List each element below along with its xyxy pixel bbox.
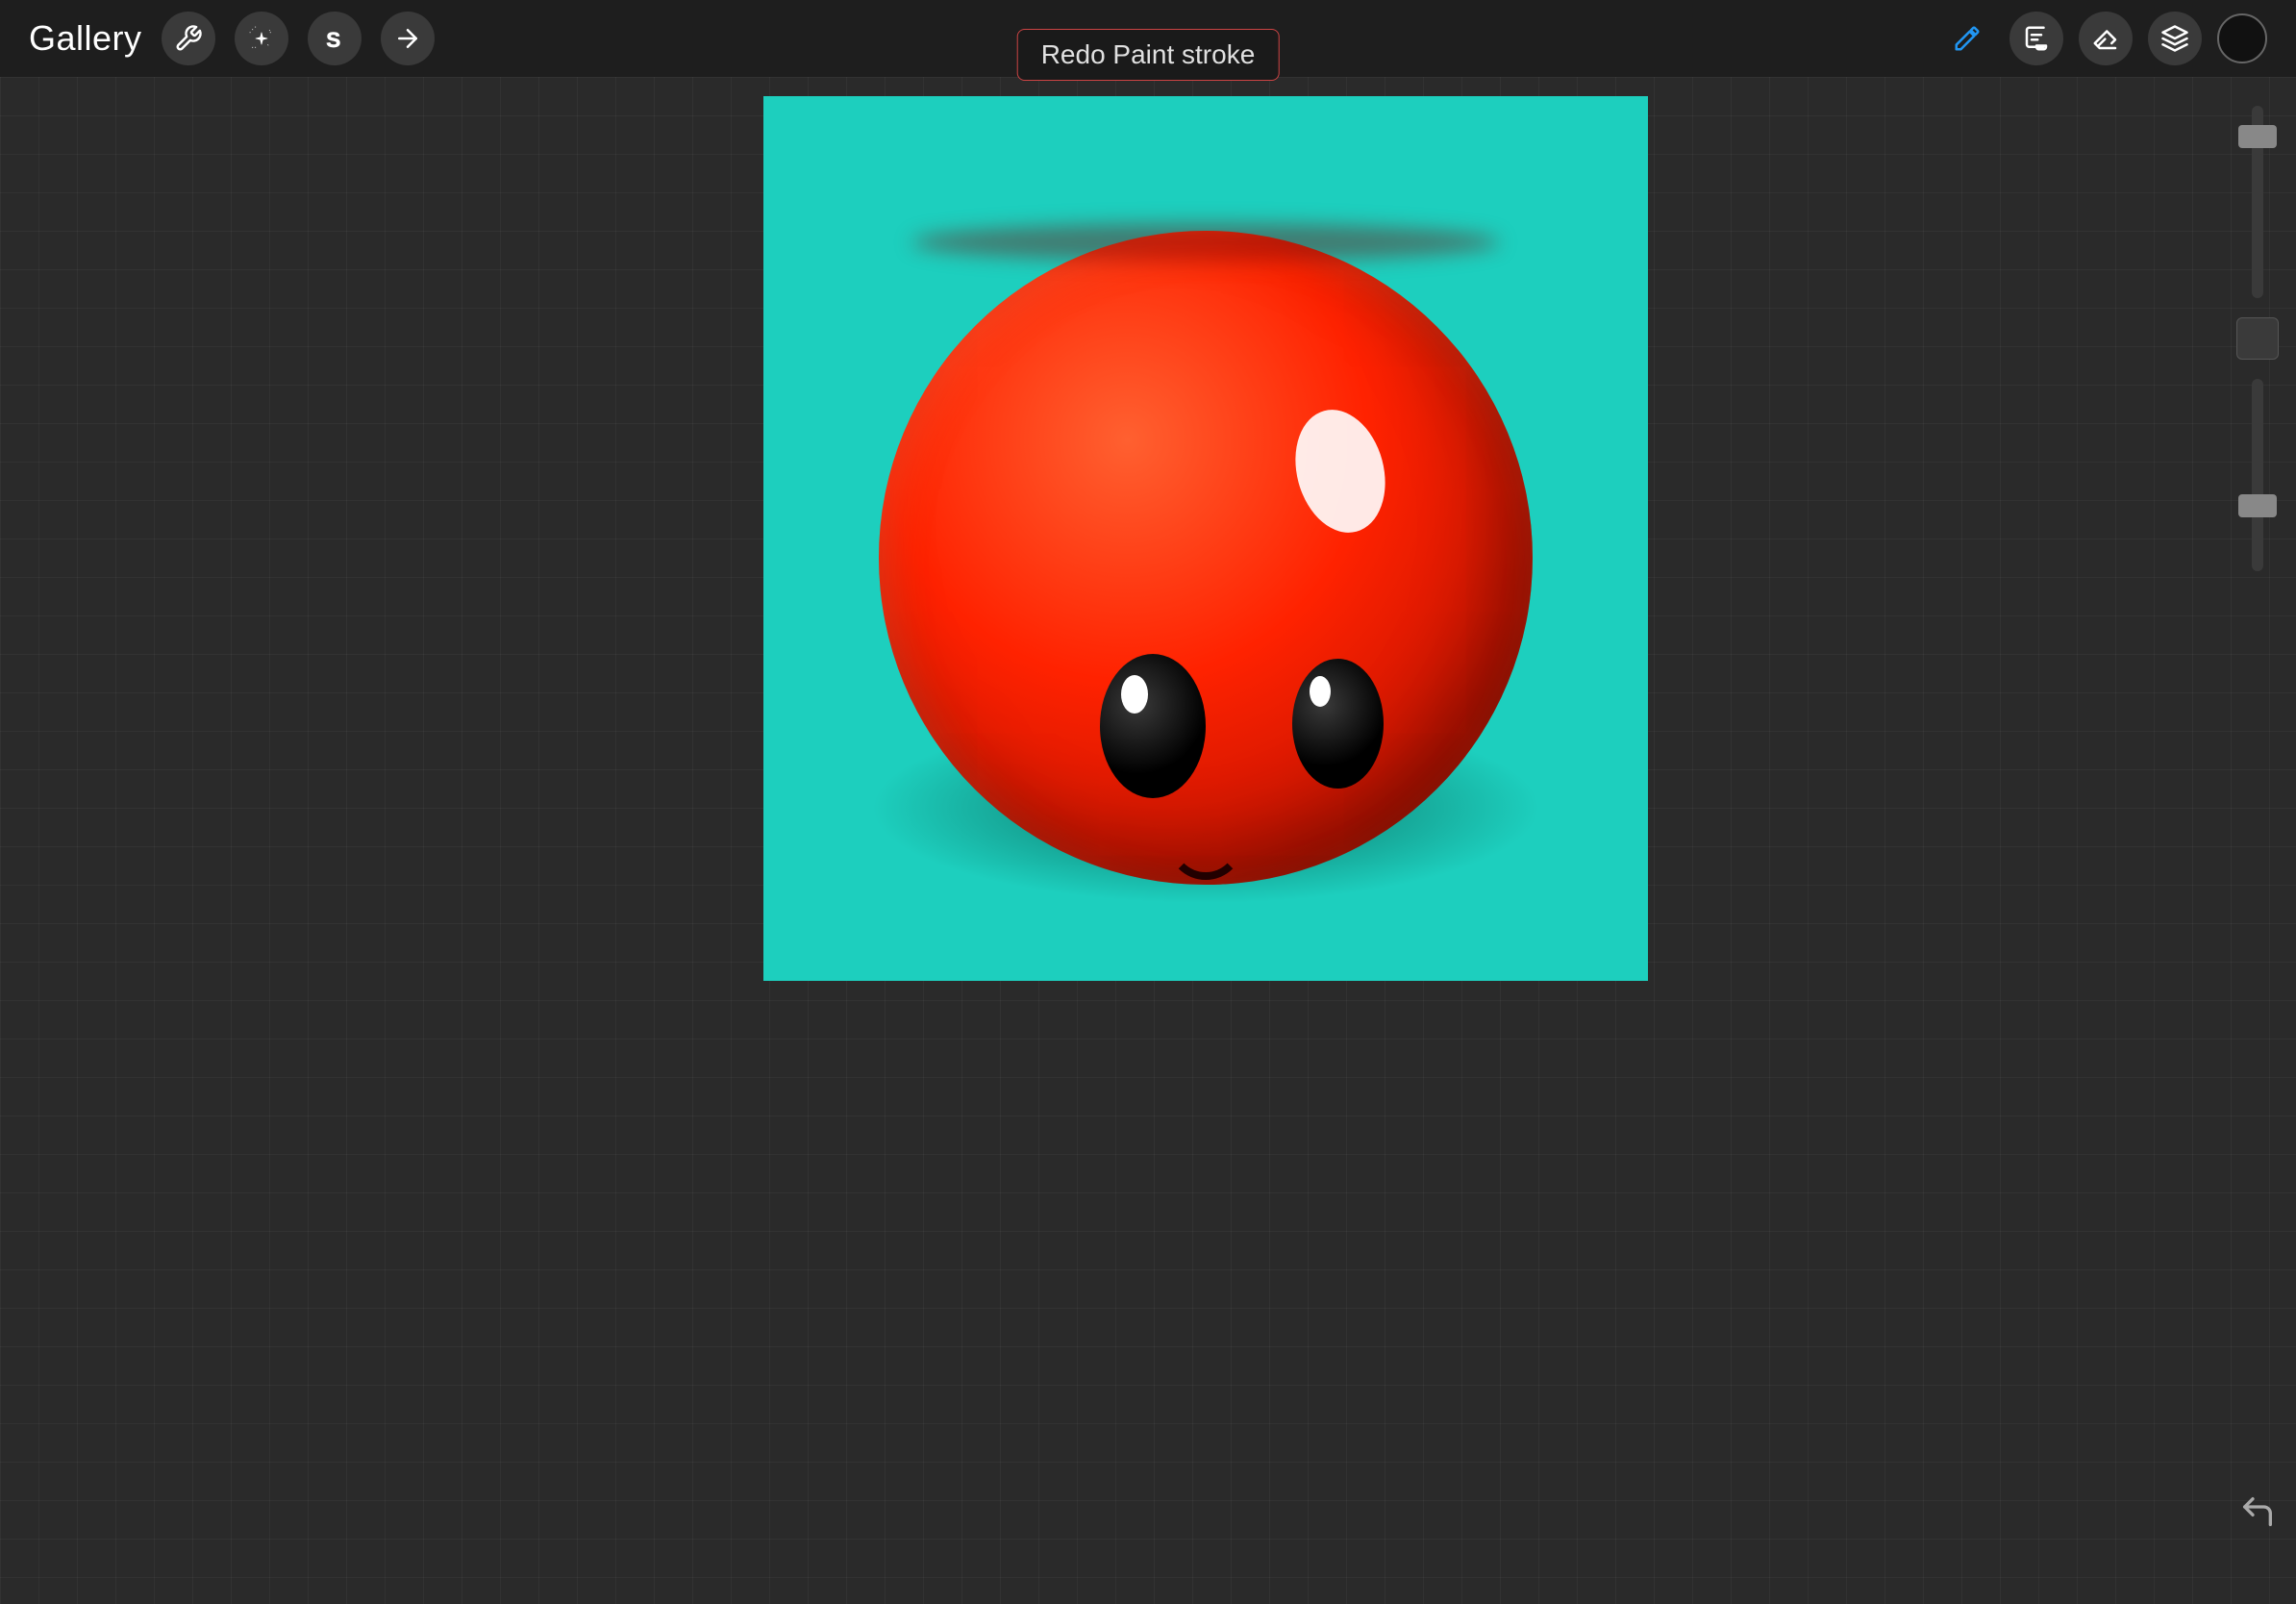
undo-button[interactable] [2233, 1487, 2283, 1537]
opacity-thumb[interactable] [2238, 494, 2277, 517]
layers-button[interactable] [2148, 12, 2202, 65]
tooltip-container: Redo Paint stroke [1017, 29, 1280, 81]
eraser-icon [2091, 24, 2120, 53]
transform-icon [393, 24, 422, 53]
magic-wand-button[interactable] [235, 12, 288, 65]
smudge-icon [2022, 24, 2051, 53]
eye-left [1100, 654, 1206, 798]
toolbar-left: Gallery S [29, 12, 435, 65]
wrench-button[interactable] [162, 12, 215, 65]
drawing-canvas[interactable] [763, 96, 1648, 981]
eraser-button[interactable] [2079, 12, 2133, 65]
right-controls [2219, 77, 2296, 1604]
sketch-icon: S [320, 24, 349, 53]
brush-icon [1953, 24, 1982, 53]
gallery-button[interactable]: Gallery [29, 18, 142, 59]
smudge-button[interactable] [2009, 12, 2063, 65]
svg-text:S: S [326, 28, 340, 52]
color-picker-button[interactable] [2217, 13, 2267, 63]
brush-size-thumb[interactable] [2238, 125, 2277, 148]
modifier-button[interactable] [2236, 317, 2279, 360]
red-ball [879, 231, 1533, 885]
sketch-button[interactable]: S [308, 12, 362, 65]
brush-button[interactable] [1940, 12, 1994, 65]
ball-highlight [1283, 400, 1399, 543]
undo-icon [2238, 1492, 2277, 1531]
toolbar-right [1940, 12, 2267, 65]
brush-size-slider[interactable] [2252, 106, 2263, 298]
magic-wand-icon [247, 24, 276, 53]
wrench-icon [174, 24, 203, 53]
smile [1167, 841, 1244, 880]
opacity-slider[interactable] [2252, 379, 2263, 571]
canvas-wrapper [192, 77, 2219, 1604]
redo-tooltip: Redo Paint stroke [1017, 29, 1280, 81]
eye-right [1292, 659, 1384, 789]
toolbar: Gallery S Redo Paint s [0, 0, 2296, 77]
layers-icon [2160, 24, 2189, 53]
transform-button[interactable] [381, 12, 435, 65]
